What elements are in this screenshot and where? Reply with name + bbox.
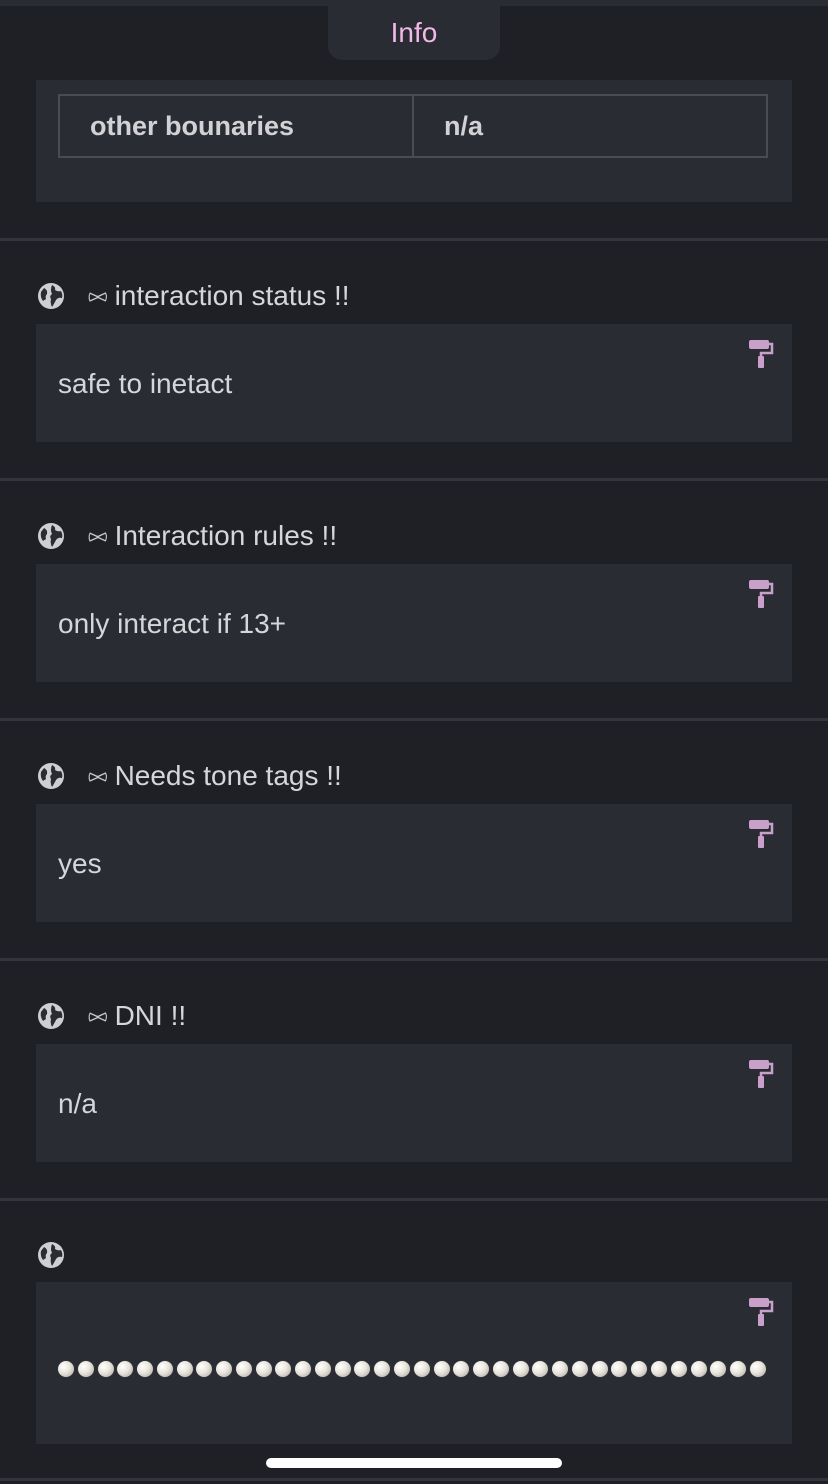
pearl-bead (749, 1361, 766, 1377)
pearl-bead (730, 1361, 747, 1377)
pearl-bead (433, 1361, 450, 1377)
section-title: interaction status !! (114, 280, 350, 311)
pearl-bead (532, 1361, 549, 1377)
section-header: ⪧⪦ Interaction rules !! (36, 519, 337, 553)
globe-icon (38, 1242, 64, 1268)
globe-icon (38, 283, 64, 309)
pearl-bead (334, 1361, 351, 1377)
paint-roller-icon[interactable] (748, 578, 774, 610)
pearl-bead (314, 1361, 331, 1377)
globe-icon (38, 523, 64, 549)
table-value-cell: n/a (412, 96, 766, 156)
paint-roller-icon[interactable] (748, 1058, 774, 1090)
pearl-bead (354, 1361, 371, 1377)
paint-roller-icon[interactable] (748, 818, 774, 850)
pearl-bead (453, 1361, 470, 1377)
pearl-bead (374, 1361, 391, 1377)
pearl-bead (631, 1361, 648, 1377)
pearl-bead (591, 1361, 608, 1377)
section-header: ⪧⪦ DNI !! (36, 999, 186, 1033)
pearl-bead (611, 1361, 628, 1377)
paint-roller-icon[interactable] (748, 338, 774, 370)
bow-icon: ⪧⪦ (88, 1004, 107, 1027)
pearl-bead (255, 1361, 272, 1377)
section-card: only interact if 13+ (36, 564, 792, 682)
pearl-bead (117, 1361, 134, 1377)
pearl-bead (552, 1361, 569, 1377)
pearl-bead (176, 1361, 193, 1377)
pearl-bead (275, 1361, 292, 1377)
pearl-bead (156, 1361, 173, 1377)
bow-icon: ⪧⪦ (88, 284, 107, 307)
section-divider (0, 718, 828, 721)
globe-icon (38, 1003, 64, 1029)
section-divider (0, 1478, 828, 1481)
pearl-bead (216, 1361, 233, 1377)
globe-icon (38, 763, 64, 789)
section-divider (0, 958, 828, 961)
section-card: yes (36, 804, 792, 922)
pearl-bead (196, 1361, 213, 1377)
section-header: ⪧⪦ Needs tone tags !! (36, 759, 342, 793)
pearl-divider-image (58, 1360, 766, 1378)
pearl-bead (413, 1361, 430, 1377)
section-card (36, 1282, 792, 1444)
section-title: DNI !! (114, 1000, 187, 1031)
pearl-bead (670, 1361, 687, 1377)
section-card: n/a (36, 1044, 792, 1162)
tab-info-label: Info (390, 17, 438, 48)
section-divider (0, 238, 828, 241)
section-card: safe to inetact (36, 324, 792, 442)
section-value: yes (58, 848, 102, 879)
boundaries-card: other bounaries n/a (36, 80, 792, 202)
section-value: safe to inetact (58, 368, 233, 399)
pearl-bead (137, 1361, 154, 1377)
pearl-bead (394, 1361, 411, 1377)
pearl-bead (473, 1361, 490, 1377)
section-value: only interact if 13+ (58, 608, 287, 639)
section-title: Interaction rules !! (114, 520, 338, 551)
pearl-bead (690, 1361, 707, 1377)
section-header: ⪧⪦ interaction status !! (36, 279, 350, 313)
pearl-bead (97, 1361, 114, 1377)
section-header (36, 1238, 66, 1272)
pearl-bead (295, 1361, 312, 1377)
paint-roller-icon[interactable] (748, 1296, 774, 1328)
table-key-cell: other bounaries (90, 110, 295, 141)
pearl-bead (650, 1361, 667, 1377)
tab-info[interactable]: Info (328, 6, 500, 60)
section-divider (0, 1198, 828, 1201)
section-title: Needs tone tags !! (114, 760, 342, 791)
section-divider (0, 478, 828, 481)
bow-icon: ⪧⪦ (88, 764, 107, 787)
bow-icon: ⪧⪦ (88, 524, 107, 547)
pearl-bead (235, 1361, 252, 1377)
section-value: n/a (58, 1088, 97, 1119)
pearl-bead (492, 1361, 509, 1377)
pearl-bead (571, 1361, 588, 1377)
pearl-bead (512, 1361, 529, 1377)
pearl-bead (77, 1361, 94, 1377)
pearl-bead (710, 1361, 727, 1377)
pearl-bead (58, 1361, 74, 1377)
boundaries-table: other bounaries n/a (58, 94, 768, 158)
home-indicator[interactable] (266, 1458, 562, 1468)
